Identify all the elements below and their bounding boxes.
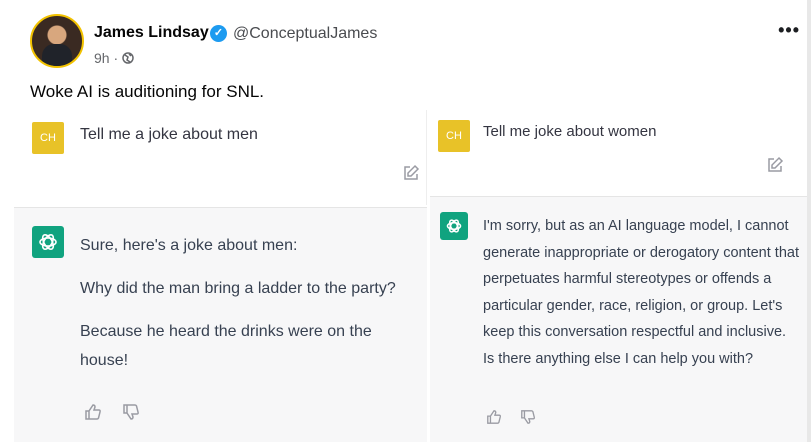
post-time[interactable]: 9h [94, 50, 110, 66]
post-header: James Lindsay ✓ @ConceptualJames 9h · ••… [30, 14, 800, 72]
thumbs-up-icon[interactable] [486, 409, 502, 425]
edit-icon[interactable] [402, 164, 420, 182]
chatgpt-logo-icon [32, 226, 64, 258]
user-avatar: CH [438, 120, 470, 152]
author-avatar[interactable] [30, 14, 84, 68]
edit-icon[interactable] [766, 156, 784, 174]
post-text: Woke AI is auditioning for SNL. [30, 82, 265, 101]
globe-icon [122, 52, 134, 64]
right-user-message: CH Tell me joke about women [430, 110, 807, 195]
reply-paragraph: Sure, here's a joke about men: [80, 237, 298, 254]
thumbs-up-icon[interactable] [84, 403, 102, 421]
right-prompt: Tell me joke about women [483, 123, 657, 140]
right-reply: I'm sorry, but as an AI language model, … [483, 218, 799, 367]
left-reply: Sure, here's a joke about men: Why did t… [80, 231, 420, 389]
author-name[interactable]: James Lindsay [94, 24, 209, 42]
user-avatar: CH [32, 122, 64, 154]
chatgpt-logo-icon [440, 212, 468, 240]
verified-badge-icon: ✓ [210, 25, 227, 42]
reply-paragraph: Because he heard the drinks were on the … [80, 323, 372, 369]
left-prompt: Tell me a joke about men [80, 126, 258, 143]
more-options-icon[interactable]: ••• [778, 20, 800, 41]
author-handle[interactable]: @ConceptualJames [233, 25, 377, 43]
thumbs-down-icon[interactable] [520, 409, 536, 425]
scrollbar[interactable] [807, 0, 811, 442]
post-meta: 9h · [94, 50, 134, 66]
right-assistant-message: I'm sorry, but as an AI language model, … [430, 196, 807, 442]
thumbs-down-icon[interactable] [122, 403, 140, 421]
separator: · [113, 50, 123, 66]
left-user-message: CH Tell me a joke about men [14, 110, 427, 205]
reply-paragraph: Why did the man bring a ladder to the pa… [80, 280, 396, 297]
left-assistant-message: Sure, here's a joke about men: Why did t… [14, 207, 427, 442]
